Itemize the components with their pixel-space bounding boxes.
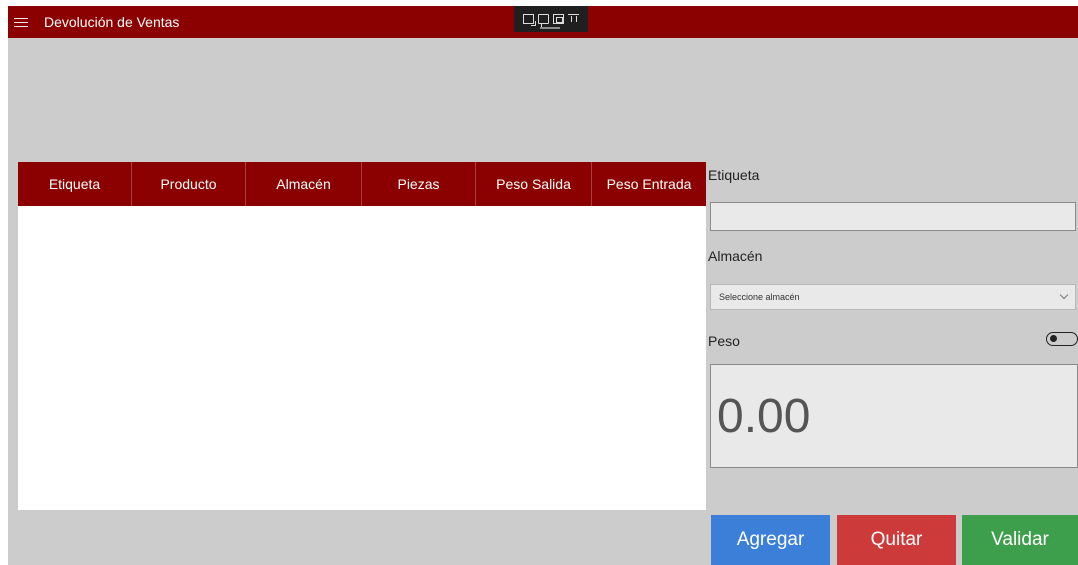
quitar-button[interactable]: Quitar bbox=[837, 515, 956, 565]
grid-body[interactable] bbox=[18, 206, 706, 510]
grid-header: Etiqueta Producto Almacén Piezas Peso Sa… bbox=[18, 162, 706, 206]
peso-label: Peso bbox=[708, 333, 740, 349]
almacen-label: Almacén bbox=[708, 248, 763, 264]
almacen-select-value: Seleccione almacén bbox=[719, 292, 800, 302]
peso-display: 0.00 bbox=[710, 364, 1078, 468]
app-title: Devolución de Ventas bbox=[44, 14, 180, 30]
side-panel: Etiqueta Almacén Seleccione almacén Peso… bbox=[708, 162, 1078, 565]
comment-icon[interactable] bbox=[538, 14, 549, 27]
column-header-etiqueta[interactable]: Etiqueta bbox=[18, 162, 132, 206]
hamburger-menu-icon[interactable] bbox=[14, 14, 28, 30]
column-header-almacen[interactable]: Almacén bbox=[246, 162, 362, 206]
column-header-peso-salida[interactable]: Peso Salida bbox=[476, 162, 592, 206]
validar-button[interactable]: Validar bbox=[962, 515, 1078, 565]
toolbar-grip[interactable] bbox=[540, 27, 560, 29]
agregar-button[interactable]: Agregar bbox=[711, 515, 830, 565]
chevron-down-icon bbox=[1059, 290, 1069, 300]
etiqueta-label: Etiqueta bbox=[708, 167, 760, 183]
returns-grid: Etiqueta Producto Almacén Piezas Peso Sa… bbox=[18, 162, 706, 510]
main-content: Etiqueta Producto Almacén Piezas Peso Sa… bbox=[8, 38, 1078, 565]
select-icon[interactable] bbox=[523, 14, 536, 26]
almacen-select[interactable]: Seleccione almacén bbox=[710, 284, 1076, 310]
debug-toolbar bbox=[514, 6, 588, 32]
pin-icon[interactable] bbox=[568, 14, 579, 24]
toggle-knob bbox=[1050, 335, 1057, 342]
peso-toggle[interactable] bbox=[1046, 332, 1078, 346]
etiqueta-input[interactable] bbox=[710, 202, 1076, 231]
column-header-piezas[interactable]: Piezas bbox=[362, 162, 476, 206]
column-header-producto[interactable]: Producto bbox=[132, 162, 246, 206]
frame-icon[interactable] bbox=[553, 14, 564, 24]
column-header-peso-entrada[interactable]: Peso Entrada bbox=[592, 162, 706, 206]
